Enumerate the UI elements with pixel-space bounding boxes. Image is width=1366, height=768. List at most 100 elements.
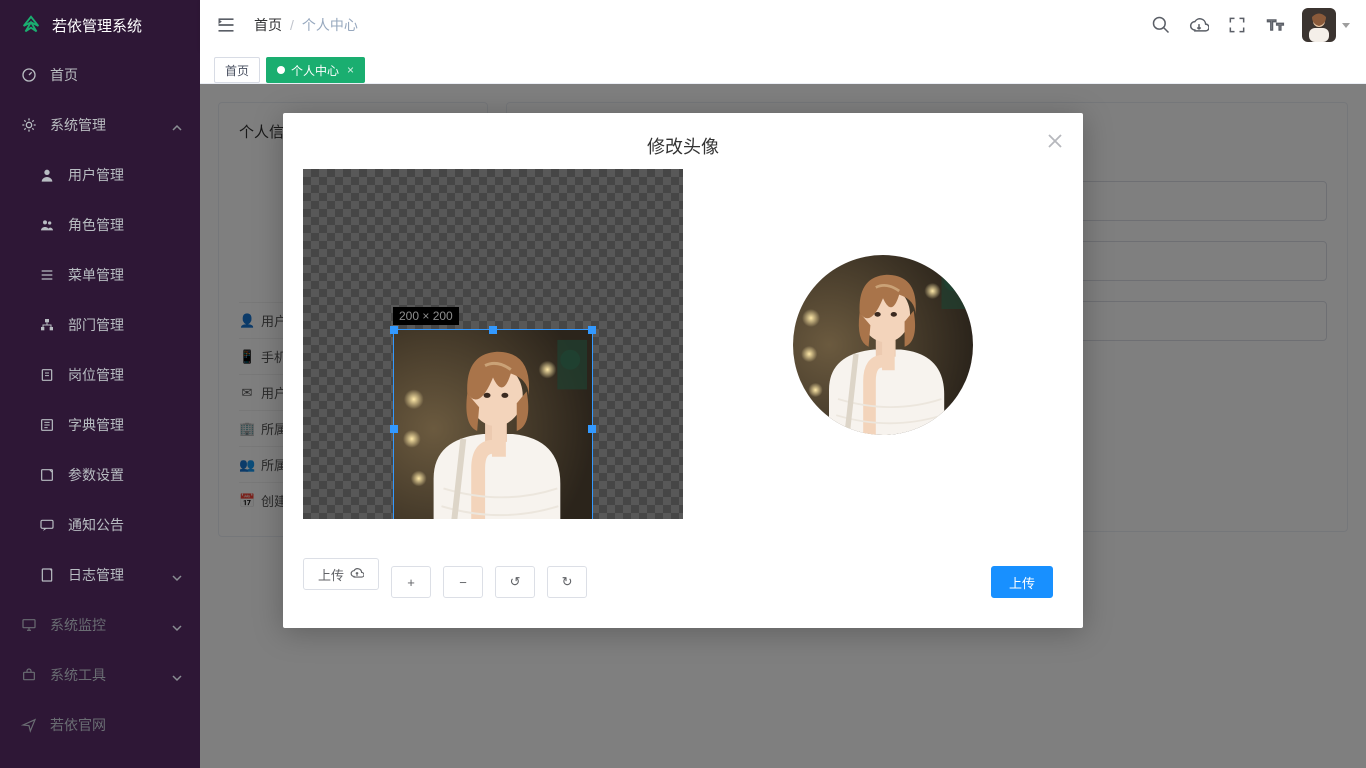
- cropper[interactable]: 200 × 200: [303, 169, 683, 519]
- sidebar-item-home[interactable]: 首页: [0, 50, 200, 100]
- zoom-out-button[interactable]: −: [443, 566, 483, 598]
- minus-icon: −: [459, 575, 467, 590]
- chevron-down-icon: [172, 670, 182, 680]
- sidebar-item-label: 系统管理: [50, 115, 106, 135]
- rotate-right-button[interactable]: ↻: [547, 566, 587, 598]
- crop-handle-n[interactable]: [489, 326, 497, 334]
- link-icon: [20, 716, 38, 734]
- crop-handle-w[interactable]: [390, 425, 398, 433]
- rotate-ccw-icon: ↺: [510, 574, 521, 590]
- org-icon: [38, 316, 56, 334]
- cloud-download-icon[interactable]: [1188, 14, 1210, 36]
- breadcrumb-current: 个人中心: [302, 15, 358, 35]
- params-icon: [38, 466, 56, 484]
- sidebar-menu: 首页 系统管理 用户管理 角色管理 菜单管理 部门管理 岗位管理: [0, 50, 200, 750]
- dialog-footer-right: 上传: [991, 566, 1053, 598]
- sidebar-item-params[interactable]: 参数设置: [0, 450, 200, 500]
- sidebar-item-dept[interactable]: 部门管理: [0, 300, 200, 350]
- sidebar-item-label: 字典管理: [68, 415, 124, 435]
- tabs-bar: 首页 个人中心 ×: [200, 50, 1366, 84]
- navbar-right: [1150, 8, 1350, 42]
- crop-pane: 200 × 200: [303, 169, 683, 519]
- tab-label: 首页: [225, 62, 249, 79]
- sidebar-item-label: 首页: [50, 65, 78, 85]
- sidebar-item-label: 角色管理: [68, 215, 124, 235]
- hamburger-icon[interactable]: [216, 15, 236, 35]
- font-size-icon[interactable]: [1264, 14, 1286, 36]
- crop-handle-nw[interactable]: [390, 326, 398, 334]
- sidebar-item-label: 部门管理: [68, 315, 124, 335]
- top-navbar: 首页 / 个人中心: [200, 0, 1366, 50]
- dict-icon: [38, 416, 56, 434]
- sidebar-item-website[interactable]: 若依官网: [0, 700, 200, 750]
- choose-file-button[interactable]: 上传: [303, 558, 379, 590]
- rotate-left-button[interactable]: ↺: [495, 566, 535, 598]
- sidebar-item-label: 系统工具: [50, 665, 106, 685]
- crop-size-label: 200 × 200: [393, 307, 459, 325]
- zoom-in-button[interactable]: +: [391, 566, 431, 598]
- dashboard-icon: [20, 66, 38, 84]
- crop-handle-ne[interactable]: [588, 326, 596, 334]
- list-icon: [38, 266, 56, 284]
- sidebar-item-label: 日志管理: [68, 565, 124, 585]
- sidebar-item-system[interactable]: 系统管理: [0, 100, 200, 150]
- submit-label: 上传: [1009, 573, 1035, 592]
- breadcrumb-separator: /: [290, 17, 294, 33]
- users-icon: [38, 216, 56, 234]
- sidebar-item-post[interactable]: 岗位管理: [0, 350, 200, 400]
- upload-label: 上传: [318, 565, 344, 584]
- dialog-title: 修改头像: [283, 113, 1083, 169]
- user-avatar-menu[interactable]: [1302, 8, 1350, 42]
- dialog-toolbar: 上传 + − ↺ ↻: [303, 550, 587, 598]
- crop-handle-e[interactable]: [588, 425, 596, 433]
- plus-icon: +: [407, 575, 415, 590]
- sidebar-item-label: 参数设置: [68, 465, 124, 485]
- sidebar-item-label: 通知公告: [68, 515, 124, 535]
- sidebar: 若依管理系统 首页 系统管理 用户管理 角色管理 菜单管理 部门管理: [0, 0, 200, 768]
- breadcrumb-home[interactable]: 首页: [254, 15, 282, 35]
- post-icon: [38, 366, 56, 384]
- search-icon[interactable]: [1150, 14, 1172, 36]
- tab-profile[interactable]: 个人中心 ×: [266, 57, 365, 83]
- sidebar-item-label: 岗位管理: [68, 365, 124, 385]
- sidebar-item-label: 菜单管理: [68, 265, 124, 285]
- sidebar-item-monitor[interactable]: 系统监控: [0, 600, 200, 650]
- caret-down-icon: [1342, 23, 1350, 28]
- sidebar-item-log[interactable]: 日志管理: [0, 550, 200, 600]
- cloud-upload-icon: [350, 566, 364, 583]
- sidebar-item-label: 系统监控: [50, 615, 106, 635]
- sidebar-item-tool[interactable]: 系统工具: [0, 650, 200, 700]
- crop-preview-image: [394, 330, 592, 519]
- sidebar-item-user[interactable]: 用户管理: [0, 150, 200, 200]
- fullscreen-icon[interactable]: [1226, 14, 1248, 36]
- chevron-down-icon: [172, 620, 182, 630]
- sidebar-item-label: 用户管理: [68, 165, 124, 185]
- leaf-icon: [20, 14, 42, 36]
- avatar-preview: [793, 255, 973, 435]
- user-icon: [38, 166, 56, 184]
- sidebar-item-role[interactable]: 角色管理: [0, 200, 200, 250]
- tab-label: 个人中心: [291, 62, 339, 79]
- avatar-icon: [1302, 8, 1336, 42]
- avatar-dialog: 修改头像 200 × 200: [283, 113, 1083, 628]
- chevron-up-icon: [172, 120, 182, 130]
- preview-image: [793, 255, 973, 435]
- sidebar-item-label: 若依官网: [50, 715, 106, 735]
- sidebar-item-dict[interactable]: 字典管理: [0, 400, 200, 450]
- close-icon[interactable]: ×: [347, 63, 354, 77]
- preview-pane: [703, 169, 1063, 519]
- monitor-icon: [20, 616, 38, 634]
- app-title: 若依管理系统: [52, 15, 142, 36]
- message-icon: [38, 516, 56, 534]
- sidebar-item-menu[interactable]: 菜单管理: [0, 250, 200, 300]
- chevron-down-icon: [172, 570, 182, 580]
- sidebar-item-notice[interactable]: 通知公告: [0, 500, 200, 550]
- tool-icon: [20, 666, 38, 684]
- log-icon: [38, 566, 56, 584]
- crop-box[interactable]: [393, 329, 593, 519]
- submit-button[interactable]: 上传: [991, 566, 1053, 598]
- app-logo[interactable]: 若依管理系统: [0, 0, 200, 50]
- gear-icon: [20, 116, 38, 134]
- tab-home[interactable]: 首页: [214, 57, 260, 83]
- close-button[interactable]: [1043, 129, 1067, 153]
